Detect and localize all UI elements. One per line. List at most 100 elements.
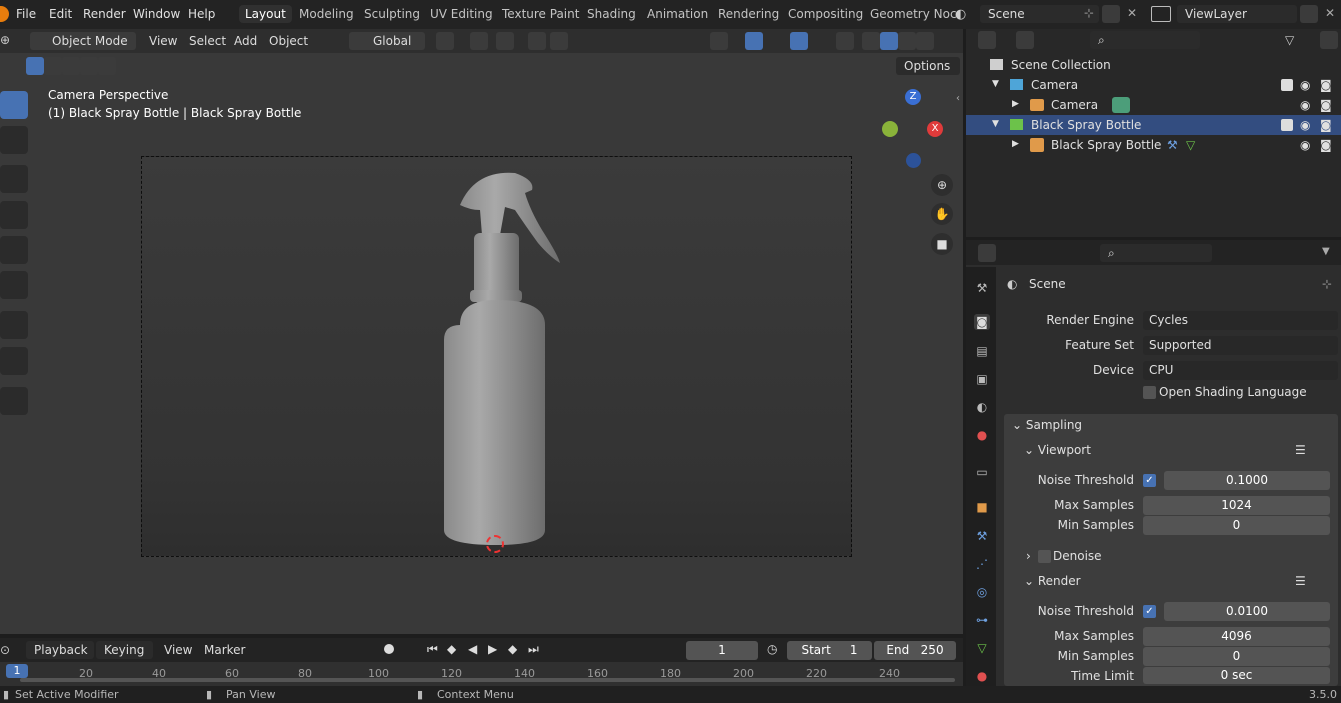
- start-frame-field[interactable]: Start 1: [787, 641, 872, 660]
- tool-tab-icon[interactable]: ⚒: [974, 280, 990, 296]
- camera-render-icon[interactable]: ◙: [1320, 118, 1332, 132]
- r-max-samples-field[interactable]: 4096: [1143, 627, 1330, 646]
- expand-icon[interactable]: ▼: [992, 119, 999, 129]
- camera-view-icon[interactable]: ■: [931, 233, 953, 255]
- scene-field[interactable]: Scene: [980, 5, 1099, 23]
- collection-tab-icon[interactable]: ▭: [974, 464, 990, 480]
- viewlayer-icon[interactable]: [1151, 6, 1171, 22]
- play-icon[interactable]: ▶: [488, 642, 497, 656]
- orientation-dropdown[interactable]: Global: [349, 32, 425, 50]
- outliner-row-bottle-object[interactable]: ▶ Black Spray Bottle ⚒ ▽ ◉ ◙: [966, 135, 1341, 155]
- mesh-data-icon[interactable]: ▽: [1186, 138, 1195, 152]
- vp-max-samples-field[interactable]: 1024: [1143, 496, 1330, 515]
- view-layer-tab-icon[interactable]: ▣: [974, 371, 990, 387]
- pin-icon[interactable]: ⊹: [1084, 6, 1094, 20]
- viewport-menu-select[interactable]: Select: [189, 34, 226, 48]
- list-icon[interactable]: ☰: [1295, 443, 1306, 457]
- outliner-search-input[interactable]: ⌕: [1090, 31, 1200, 49]
- outliner-row-scene-collection[interactable]: Scene Collection: [966, 55, 1341, 75]
- new-collection-icon[interactable]: [1320, 31, 1338, 49]
- chevron-down-icon[interactable]: ▼: [1322, 246, 1330, 257]
- tab-uv-editing[interactable]: UV Editing: [430, 7, 493, 21]
- end-frame-field[interactable]: End 250: [874, 641, 956, 660]
- object-tab-icon[interactable]: ■: [974, 499, 990, 515]
- pivot-icon[interactable]: [436, 32, 454, 50]
- viewport-subpanel-header[interactable]: ⌄ Viewport: [1024, 443, 1091, 457]
- select-tool-icon[interactable]: [0, 91, 28, 119]
- expand-icon[interactable]: ▼: [992, 79, 999, 89]
- render-engine-dropdown[interactable]: Cycles: [1143, 311, 1338, 330]
- proportional-falloff-icon[interactable]: [550, 32, 568, 50]
- r-noise-threshold-checkbox[interactable]: ✓: [1143, 605, 1156, 618]
- jump-start-icon[interactable]: ⏮: [427, 642, 438, 657]
- properties-editor-type-icon[interactable]: [978, 244, 996, 262]
- move-tool-icon[interactable]: [0, 165, 28, 193]
- r-noise-threshold-field[interactable]: 0.0100: [1164, 602, 1330, 621]
- prev-keyframe-icon[interactable]: ◆: [447, 642, 456, 656]
- close-icon[interactable]: ✕: [1325, 6, 1335, 20]
- select-invert-icon[interactable]: [80, 57, 98, 75]
- wrench-icon[interactable]: ⚒: [1167, 138, 1178, 152]
- checkbox-icon[interactable]: [1281, 79, 1293, 91]
- snap-icon[interactable]: [470, 32, 488, 50]
- keying-dropdown[interactable]: Keying: [96, 641, 153, 659]
- list-icon[interactable]: ☰: [1295, 574, 1306, 588]
- options-dropdown[interactable]: Options: [896, 57, 960, 75]
- clock-icon[interactable]: ◷: [767, 642, 777, 656]
- modifier-tab-icon[interactable]: ⚒: [974, 528, 990, 544]
- add-cube-tool-icon[interactable]: [0, 387, 28, 415]
- scale-tool-icon[interactable]: [0, 236, 28, 264]
- checkbox-icon[interactable]: [1281, 119, 1293, 131]
- transform-tool-icon[interactable]: [0, 271, 28, 299]
- denoise-checkbox[interactable]: [1038, 550, 1051, 563]
- output-tab-icon[interactable]: ▤: [974, 343, 990, 359]
- tab-compositing[interactable]: Compositing: [788, 7, 863, 21]
- viewport-menu-object[interactable]: Object: [269, 34, 308, 48]
- display-mode-icon[interactable]: [1016, 31, 1034, 49]
- zoom-icon[interactable]: ⊕: [931, 174, 953, 196]
- editor-type-icon[interactable]: ⊕: [0, 33, 10, 47]
- feature-set-dropdown[interactable]: Supported: [1143, 336, 1338, 355]
- select-intersect-icon[interactable]: [98, 57, 116, 75]
- measure-tool-icon[interactable]: [0, 347, 28, 375]
- render-tab-icon[interactable]: ◙: [974, 314, 990, 330]
- current-frame-field[interactable]: 1: [686, 641, 758, 660]
- vp-noise-threshold-checkbox[interactable]: ✓: [1143, 474, 1156, 487]
- tab-geometry-nodes[interactable]: Geometry Noc: [870, 7, 957, 21]
- eye-icon[interactable]: ◉: [1300, 78, 1310, 92]
- select-subtract-icon[interactable]: [62, 57, 80, 75]
- timeline-menu-view[interactable]: View: [164, 643, 192, 657]
- jump-end-icon[interactable]: ⏭: [528, 642, 539, 657]
- new-viewlayer-icon[interactable]: [1300, 5, 1318, 23]
- eye-icon[interactable]: ◉: [1300, 98, 1310, 112]
- gizmo-z-axis[interactable]: Z: [905, 89, 921, 105]
- playback-dropdown[interactable]: Playback: [26, 641, 94, 659]
- tab-rendering[interactable]: Rendering: [718, 7, 779, 21]
- expand-icon[interactable]: ▶: [1012, 99, 1019, 109]
- cursor-tool-icon[interactable]: [0, 126, 28, 154]
- sampling-header[interactable]: ⌄ Sampling: [1012, 418, 1082, 432]
- menu-help[interactable]: Help: [188, 7, 215, 21]
- rendered-shading-icon[interactable]: [916, 32, 934, 50]
- properties-search-input[interactable]: ⌕: [1100, 244, 1212, 262]
- playhead[interactable]: 1: [6, 664, 28, 678]
- select-box-icon[interactable]: [26, 57, 44, 75]
- tab-shading[interactable]: Shading: [587, 7, 636, 21]
- pin-icon[interactable]: ⊹: [1322, 277, 1332, 291]
- tab-texture-paint[interactable]: Texture Paint: [502, 7, 579, 21]
- r-min-samples-field[interactable]: 0: [1143, 647, 1330, 666]
- sidebar-toggle-icon[interactable]: ‹: [956, 93, 960, 104]
- tab-layout[interactable]: Layout: [239, 5, 292, 23]
- outliner-row-bottle-collection[interactable]: ▼ Black Spray Bottle ◉ ◙: [966, 115, 1341, 135]
- eye-icon[interactable]: ◉: [1300, 138, 1310, 152]
- tab-modeling[interactable]: Modeling: [299, 7, 354, 21]
- next-keyframe-icon[interactable]: ◆: [508, 642, 517, 656]
- menu-edit[interactable]: Edit: [49, 7, 72, 21]
- viewport-menu-add[interactable]: Add: [234, 34, 257, 48]
- overlay-toggle-icon[interactable]: [790, 32, 808, 50]
- menu-render[interactable]: Render: [83, 7, 126, 21]
- world-tab-icon[interactable]: ●: [974, 427, 990, 443]
- scene-tab-icon[interactable]: ◐: [974, 399, 990, 415]
- vp-noise-threshold-field[interactable]: 0.1000: [1164, 471, 1330, 490]
- gizmo-y-axis[interactable]: [882, 121, 898, 137]
